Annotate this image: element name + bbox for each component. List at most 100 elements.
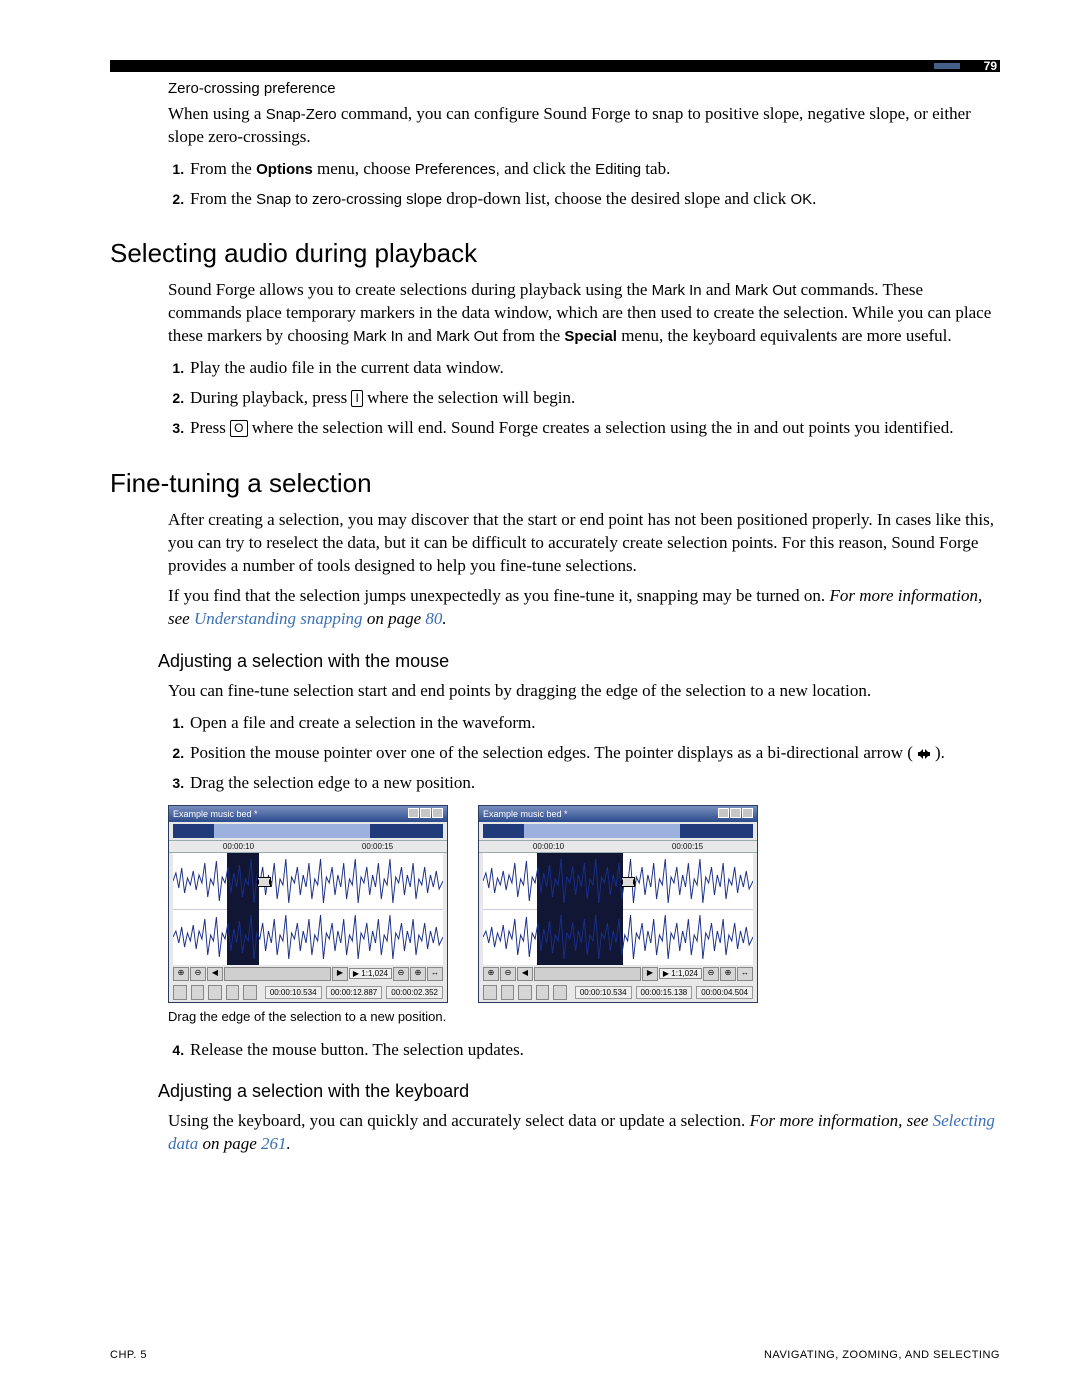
text: and (403, 326, 436, 345)
maximize-icon[interactable] (420, 808, 431, 818)
zero-crossing-heading: Zero-crossing preference (168, 80, 1000, 97)
page: 79 Zero-crossing preference When using a… (0, 0, 1080, 1397)
scroll-left-icon[interactable]: ◀ (207, 967, 223, 981)
zoom-in-h-icon[interactable]: ⊕ (410, 967, 426, 981)
text: where the selection will end. Sound Forg… (248, 418, 954, 437)
overview-bar[interactable] (483, 824, 753, 838)
status-length: 00:00:02.352 (386, 986, 443, 999)
waveform-channel-right: 6.0 -Inf -6.0 (483, 909, 753, 965)
overview-viewport[interactable] (214, 824, 371, 838)
footer: CHP. 5 NAVIGATING, ZOOMING, AND SELECTIN… (110, 1349, 1000, 1361)
window-title: Example music bed * (483, 809, 568, 819)
zoom-scroll-row: ⊕ ⊖ ◀ ▶ ▶ 1:1,024 ⊖ ⊕ ↔ (479, 965, 757, 983)
preferences-cmd: Preferences, (415, 161, 500, 178)
zoom-out-h-icon[interactable]: ⊖ (393, 967, 409, 981)
window-title: Example music bed * (173, 809, 258, 819)
key-i: I (351, 390, 362, 407)
text: drop-down list, choose the desired slope… (442, 189, 790, 208)
editing-tab: Editing (595, 161, 641, 178)
text: During playback, press (190, 388, 351, 407)
maximize-width-icon[interactable]: ↔ (737, 967, 753, 981)
status-row: 00:00:10.534 00:00:15.138 00:00:04.504 (479, 983, 757, 1002)
page-number: 79 (981, 60, 1000, 72)
waveform-channel-left: 6.0 -Inf -6.0 (173, 853, 443, 910)
overview-bar[interactable] (173, 824, 443, 838)
fine-tuning-para2: If you find that the selection jumps une… (168, 585, 1000, 631)
close-icon[interactable] (742, 808, 753, 818)
text: If you find that the selection jumps une… (168, 586, 829, 605)
ok-button-label: OK (790, 191, 812, 208)
close-icon[interactable] (432, 808, 443, 818)
minimize-icon[interactable] (718, 808, 729, 818)
snap-slope-dropdown: Snap to zero-crossing slope (256, 191, 442, 208)
window-frame: Example music bed * 00:00:10 00:00:15 (168, 805, 448, 1003)
step-2: From the Snap to zero-crossing slope dro… (188, 187, 1000, 211)
step-4: Release the mouse button. The selection … (188, 1038, 1000, 1062)
skip-fwd-icon[interactable] (191, 985, 205, 1000)
shuttle-fwd-icon[interactable] (553, 985, 567, 1000)
scrollbar[interactable] (224, 967, 331, 981)
text-italic: For more information, see (750, 1111, 933, 1130)
scroll-right-icon[interactable]: ▶ (332, 967, 348, 981)
waveform-area[interactable]: 6.0 -Inf -6.0 6.0 (483, 853, 753, 965)
skip-fwd-icon[interactable] (501, 985, 515, 1000)
skip-back-icon[interactable] (173, 985, 187, 1000)
link-page-80[interactable]: 80 (425, 609, 442, 628)
time-ruler: 00:00:10 00:00:15 (479, 840, 757, 853)
status-end: 00:00:15.138 (636, 986, 693, 999)
adjust-mouse-steps-cont: Release the mouse button. The selection … (168, 1038, 1000, 1062)
zoom-in-h-icon[interactable]: ⊕ (720, 967, 736, 981)
zero-crossing-steps: From the Options menu, choose Preference… (168, 157, 1000, 211)
figure-pair: Example music bed * 00:00:10 00:00:15 (168, 805, 1000, 1003)
skip-back-icon[interactable] (483, 985, 497, 1000)
shuttle-back-icon[interactable] (536, 985, 550, 1000)
zoom-ratio: ▶ 1:1,024 (659, 968, 702, 979)
shuttle-back-icon[interactable] (226, 985, 240, 1000)
figure-caption: Drag the edge of the selection to a new … (168, 1009, 1000, 1024)
special-menu: Special (564, 328, 617, 345)
waveform-svg (173, 853, 443, 909)
zoom-in-icon[interactable]: ⊕ (483, 967, 499, 981)
step-1: Play the audio file in the current data … (188, 356, 1000, 380)
waveform-svg (483, 909, 753, 965)
shuttle-fwd-icon[interactable] (243, 985, 257, 1000)
selection-handle-cursor[interactable] (257, 877, 271, 887)
text: where the selection will begin. (363, 388, 575, 407)
scroll-right-icon[interactable]: ▶ (642, 967, 658, 981)
mark-out-cmd-2: Mark Out (436, 328, 498, 345)
text: on page (198, 1134, 261, 1153)
minimize-icon[interactable] (408, 808, 419, 818)
text: . (442, 609, 446, 628)
chapter-label: CHP. 5 (110, 1349, 147, 1361)
link-page-261[interactable]: 261 (261, 1134, 287, 1153)
stop-icon[interactable] (518, 985, 532, 1000)
text: menu, the keyboard equivalents are more … (617, 326, 952, 345)
titlebar: Example music bed * (479, 806, 757, 822)
text: and click the (500, 159, 595, 178)
stop-icon[interactable] (208, 985, 222, 1000)
zoom-out-icon[interactable]: ⊖ (500, 967, 516, 981)
overview-viewport[interactable] (524, 824, 681, 838)
scrollbar[interactable] (534, 967, 641, 981)
ruler-tick: 00:00:10 (223, 842, 254, 851)
time-ruler: 00:00:10 00:00:15 (169, 840, 447, 853)
zoom-out-icon[interactable]: ⊖ (190, 967, 206, 981)
maximize-width-icon[interactable]: ↔ (427, 967, 443, 981)
zoom-ratio: ▶ 1:1,024 (349, 968, 392, 979)
scroll-left-icon[interactable]: ◀ (517, 967, 533, 981)
text: ). (935, 743, 945, 762)
status-length: 00:00:04.504 (696, 986, 753, 999)
zoom-out-h-icon[interactable]: ⊖ (703, 967, 719, 981)
text: From the (190, 159, 256, 178)
zoom-in-icon[interactable]: ⊕ (173, 967, 189, 981)
step-3: Drag the selection edge to a new positio… (188, 771, 1000, 795)
maximize-icon[interactable] (730, 808, 741, 818)
selection-handle-cursor[interactable] (621, 877, 635, 887)
adjust-keyboard-heading: Adjusting a selection with the keyboard (158, 1081, 1000, 1102)
text: When using a (168, 104, 266, 123)
text: Press (190, 418, 230, 437)
content: Zero-crossing preference When using a Sn… (110, 80, 1000, 1156)
selecting-playback-steps: Play the audio file in the current data … (168, 356, 1000, 439)
waveform-area[interactable]: 6.0 -Inf -6.0 6.0 (173, 853, 443, 965)
link-understanding-snapping[interactable]: Understanding snapping (194, 609, 363, 628)
